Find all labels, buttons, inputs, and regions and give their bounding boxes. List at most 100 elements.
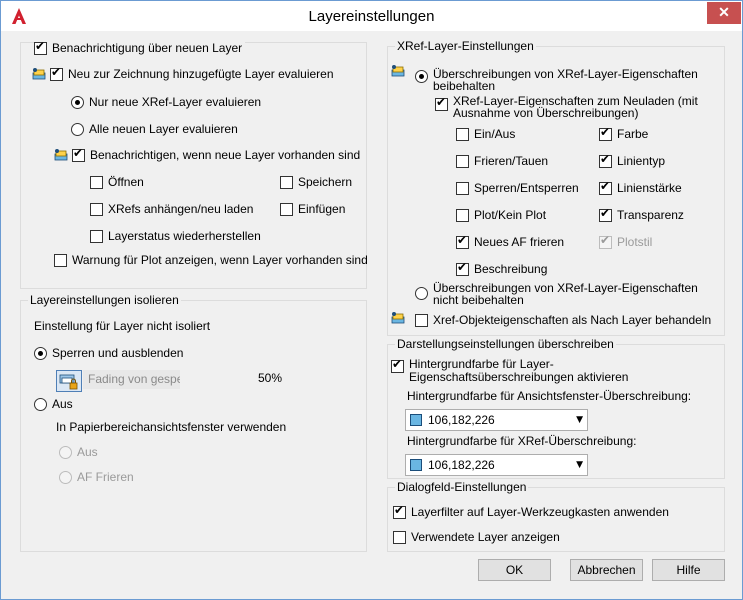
radio-circle[interactable] bbox=[415, 287, 428, 300]
display-legend: Darstellungseinstellungen überschreiben bbox=[395, 337, 616, 351]
notify-new-layers-checkbox[interactable]: Benachrichtigung über neuen Layer bbox=[34, 39, 246, 55]
checkbox-box[interactable] bbox=[456, 127, 469, 141]
checkbox-box[interactable] bbox=[90, 229, 103, 243]
checkbox-box[interactable] bbox=[50, 65, 63, 81]
xrefs-label: XRefs anhängen/neu laden bbox=[108, 202, 254, 216]
checkbox-box[interactable] bbox=[54, 253, 67, 267]
checkbox-box[interactable] bbox=[456, 208, 469, 222]
checkbox-box[interactable] bbox=[456, 181, 469, 195]
notify-when-label: Benachrichtigen, wenn neue Layer vorhand… bbox=[90, 148, 361, 162]
xrefs-checkbox[interactable]: XRefs anhängen/neu laden bbox=[90, 202, 253, 216]
prop-vpfreeze-checkbox[interactable]: Neues AF frieren bbox=[456, 233, 564, 249]
ok-button[interactable]: OK bbox=[478, 559, 551, 581]
checkbox-box[interactable] bbox=[393, 530, 406, 544]
checkbox-box[interactable] bbox=[599, 125, 612, 141]
reload-props-checkbox[interactable]: XRef-Layer-Eigenschaften zum Neuladen (m… bbox=[435, 95, 713, 119]
keep-overrides-label: Überschreibungen von XRef-Layer-Eigensch… bbox=[433, 67, 698, 93]
prop-transparency-checkbox[interactable]: Transparenz bbox=[599, 206, 684, 222]
radio-circle[interactable] bbox=[34, 397, 47, 411]
show-used-label: Verwendete Layer anzeigen bbox=[411, 530, 560, 544]
save-label: Speichern bbox=[298, 175, 353, 189]
radio-circle[interactable] bbox=[71, 122, 84, 136]
layer-notification-icon bbox=[32, 68, 46, 80]
prop-lock-checkbox[interactable]: Sperren/Entsperren bbox=[456, 181, 579, 195]
prop-color-checkbox[interactable]: Farbe bbox=[599, 125, 648, 141]
checkbox-box[interactable] bbox=[456, 260, 469, 276]
radio-circle bbox=[59, 445, 72, 459]
checkbox-box[interactable] bbox=[456, 154, 469, 168]
plot-warning-checkbox[interactable]: Warnung für Plot anzeigen, wenn Layer vo… bbox=[54, 253, 368, 267]
prop-lineweight-checkbox[interactable]: Linienstärke bbox=[599, 179, 682, 195]
save-checkbox[interactable]: Speichern bbox=[280, 175, 352, 189]
apply-filter-label: Layerfilter auf Layer-Werkzeugkasten anw… bbox=[411, 505, 669, 519]
bg-enable-checkbox[interactable]: Hintergrundfarbe für Layer-Eigenschaftsü… bbox=[391, 357, 709, 384]
fading-value: 50% bbox=[258, 371, 283, 385]
checkbox-box[interactable] bbox=[393, 503, 406, 519]
insert-checkbox[interactable]: Einfügen bbox=[280, 202, 345, 216]
chevron-down-icon[interactable]: ▼ bbox=[576, 460, 583, 470]
radio-circle bbox=[59, 470, 72, 484]
prop-description-checkbox[interactable]: Beschreibung bbox=[456, 260, 547, 276]
prop-plot-checkbox[interactable]: Plot/Kein Plot bbox=[456, 208, 546, 222]
open-checkbox[interactable]: Öffnen bbox=[90, 175, 144, 189]
no-keep-label: Überschreibungen von XRef-Layer-Eigensch… bbox=[433, 281, 698, 307]
checkbox-box[interactable] bbox=[599, 206, 612, 222]
checkbox-box[interactable] bbox=[391, 357, 404, 373]
apply-filter-checkbox[interactable]: Layerfilter auf Layer-Werkzeugkasten anw… bbox=[393, 503, 669, 519]
prop-freeze-label: Frieren/Tauen bbox=[474, 154, 549, 168]
lock-fade-label: Sperren und ausblenden bbox=[52, 346, 184, 360]
radio-circle[interactable] bbox=[71, 95, 84, 109]
fading-slider-icon[interactable] bbox=[56, 370, 82, 392]
evaluate-new-layers-checkbox[interactable]: Neu zur Zeichnung hinzugefügte Layer eva… bbox=[32, 65, 334, 81]
isolate-off-label: Aus bbox=[52, 397, 73, 411]
only-xref-radio[interactable]: Nur neue XRef-Layer evaluieren bbox=[71, 95, 261, 109]
no-keep-radio[interactable]: Überschreibungen von XRef-Layer-Eigensch… bbox=[415, 282, 723, 306]
insert-label: Einfügen bbox=[298, 202, 346, 216]
prop-freeze-checkbox[interactable]: Frieren/Tauen bbox=[456, 154, 548, 168]
checkbox-box bbox=[599, 233, 612, 249]
help-button[interactable]: Hilfe bbox=[652, 559, 725, 581]
bylayer-checkbox[interactable]: Xref-Objekteigenschaften als Nach Layer … bbox=[415, 313, 711, 327]
prop-onoff-checkbox[interactable]: Ein/Aus bbox=[456, 127, 515, 141]
prop-linetype-label: Linientyp bbox=[617, 154, 666, 168]
checkbox-box[interactable] bbox=[435, 95, 448, 111]
close-icon[interactable]: ✕ bbox=[718, 4, 730, 20]
checkbox-box[interactable] bbox=[280, 175, 293, 189]
keep-overrides-radio[interactable]: Überschreibungen von XRef-Layer-Eigensch… bbox=[415, 68, 718, 92]
checkbox-box[interactable] bbox=[599, 179, 612, 195]
radio-circle[interactable] bbox=[415, 70, 428, 83]
checkbox-box[interactable] bbox=[90, 175, 103, 189]
title-bar: Layereinstellungen ✕ bbox=[1, 1, 742, 31]
restore-label: Layerstatus wiederherstellen bbox=[108, 229, 261, 243]
close-button[interactable]: ✕ bbox=[707, 2, 741, 24]
prop-linetype-checkbox[interactable]: Linientyp bbox=[599, 152, 666, 168]
chevron-down-icon[interactable]: ▼ bbox=[576, 415, 583, 425]
layer-lock-icon bbox=[59, 374, 78, 390]
layer-notification-icon bbox=[54, 149, 68, 161]
cancel-button[interactable]: Abbrechen bbox=[570, 559, 643, 581]
layer-notification-icon bbox=[391, 312, 405, 324]
checkbox-box[interactable] bbox=[415, 313, 428, 327]
checkbox-box[interactable] bbox=[599, 152, 612, 168]
vp-color-label: Hintergrundfarbe für Ansichtsfenster-Übe… bbox=[407, 389, 692, 403]
checkbox-box[interactable] bbox=[72, 146, 85, 162]
checkbox-box[interactable] bbox=[90, 202, 103, 216]
vp-color-combo[interactable]: 106,182,226 ▼ bbox=[405, 409, 588, 431]
xref-color-combo[interactable]: 106,182,226 ▼ bbox=[405, 454, 588, 476]
vp-color-value: 106,182,226 bbox=[428, 413, 495, 427]
show-used-checkbox[interactable]: Verwendete Layer anzeigen bbox=[393, 530, 560, 544]
paper-freeze-label: AF Frieren bbox=[77, 470, 134, 484]
checkbox-box[interactable] bbox=[34, 39, 47, 55]
isolate-off-radio[interactable]: Aus bbox=[34, 397, 73, 411]
dialog-settings-legend: Dialogfeld-Einstellungen bbox=[395, 480, 529, 494]
checkbox-box[interactable] bbox=[456, 233, 469, 249]
radio-circle[interactable] bbox=[34, 346, 47, 360]
checkbox-box[interactable] bbox=[280, 202, 293, 216]
restore-checkbox[interactable]: Layerstatus wiederherstellen bbox=[90, 229, 261, 243]
all-new-radio[interactable]: Alle neuen Layer evaluieren bbox=[71, 122, 238, 136]
lock-fade-radio[interactable]: Sperren und ausblenden bbox=[34, 346, 183, 360]
xref-legend: XRef-Layer-Einstellungen bbox=[395, 39, 536, 53]
bg-enable-label: Hintergrundfarbe für Layer-Eigenschaftsü… bbox=[409, 357, 629, 384]
all-new-label: Alle neuen Layer evaluieren bbox=[89, 122, 238, 136]
notify-when-checkbox[interactable]: Benachrichtigen, wenn neue Layer vorhand… bbox=[54, 146, 361, 162]
